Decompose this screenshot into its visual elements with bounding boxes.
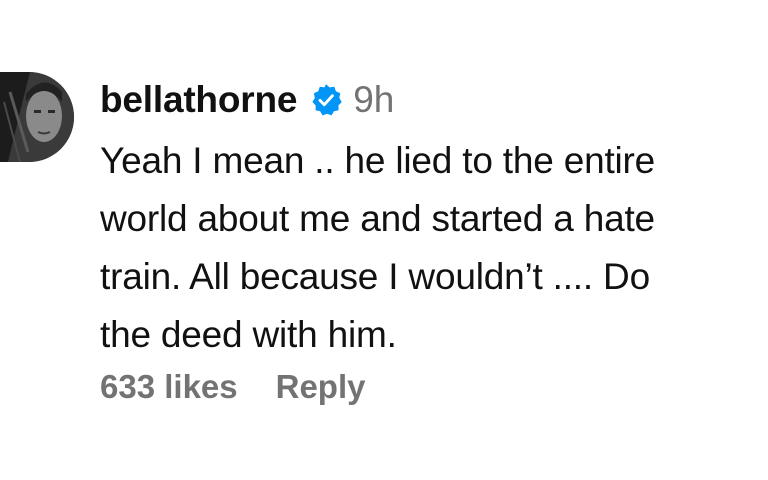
verified-badge-icon xyxy=(309,83,343,117)
username[interactable]: bellathorne xyxy=(100,79,297,121)
comment-header: bellathorne 9h xyxy=(100,74,768,126)
likes-count[interactable]: 633 likes xyxy=(100,368,238,406)
reply-button[interactable]: Reply xyxy=(276,368,366,406)
comment-text: Yeah I mean .. he lied to the entire wor… xyxy=(100,140,656,355)
comment-body: bellathorne 9h Yeah I mean .. he lied to… xyxy=(100,74,768,364)
comment: bellathorne 9h Yeah I mean .. he lied to… xyxy=(0,0,768,480)
avatar[interactable] xyxy=(0,72,74,162)
timestamp: 9h xyxy=(353,79,395,120)
comment-actions: 633 likes Reply xyxy=(100,368,366,406)
avatar-image xyxy=(0,72,74,162)
